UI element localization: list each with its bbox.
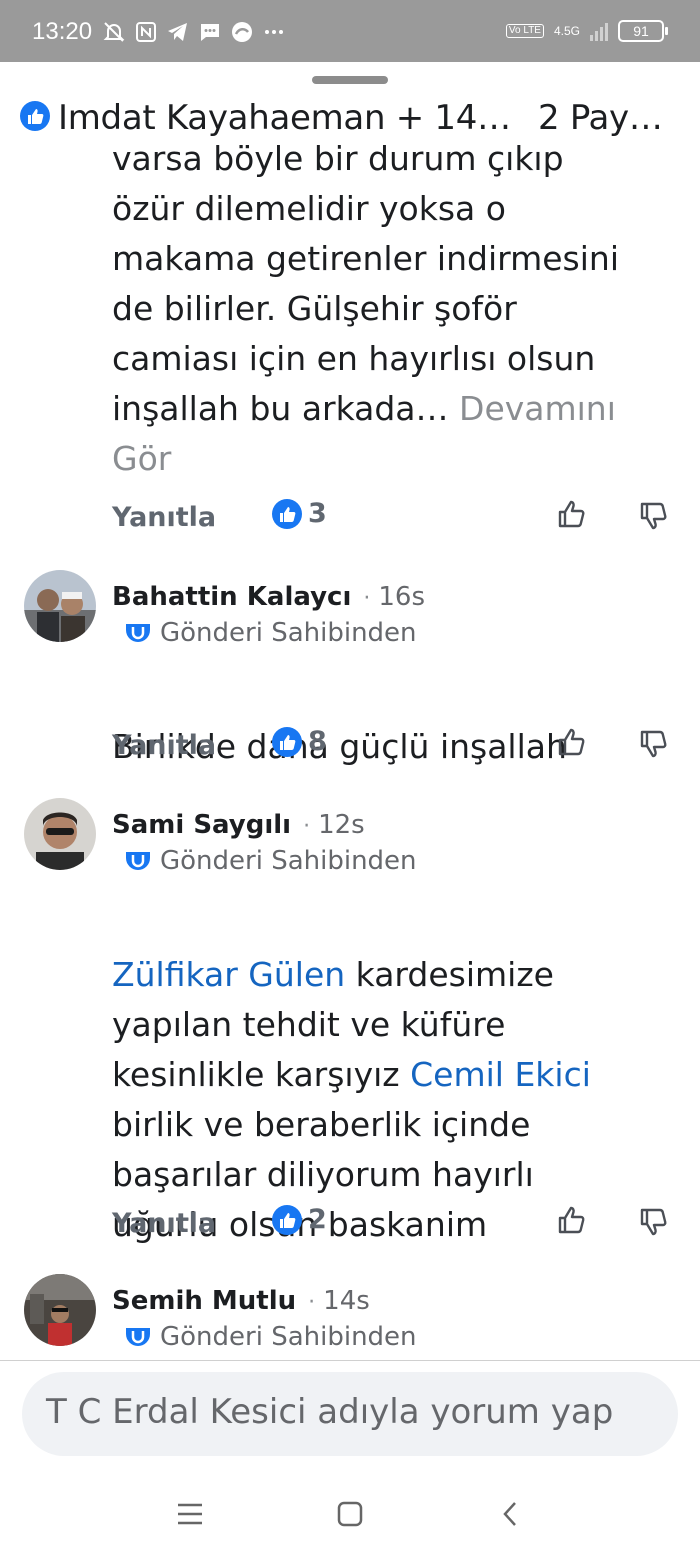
author-badge-icon [126,624,150,642]
author-badge-label: Gönderi Sahibinden [160,618,417,648]
reply-button[interactable]: Yanıtla [112,730,216,761]
mention-link[interactable]: Cemil Ekici [410,1055,591,1094]
reaction-count: 8 [308,726,327,757]
separator-dot: · [303,814,311,839]
upvote-icon[interactable] [556,726,588,762]
avatar[interactable] [24,570,96,642]
system-navigation-bar [0,1482,700,1556]
signal-bars-icon [590,21,608,41]
system-indicators: Vo LTE 4.5G 91 [505,20,668,42]
turkcell-icon [230,20,254,44]
comment-actions: Yanıtla 2 [112,1204,672,1244]
comment-line: makama getirenler indirmesini [112,239,620,278]
home-icon[interactable] [330,1494,370,1534]
reply-button[interactable]: Yanıtla [112,1208,216,1239]
reactors-summary[interactable]: Imdat Kayahaeman + 14… [58,98,511,138]
network-type: 4.5G [553,24,580,38]
composer-divider [0,1360,700,1361]
author-name[interactable]: Sami Saygılı [112,810,291,840]
comment-author-row: Bahattin Kalaycı · 16s [112,582,425,612]
comment-composer[interactable]: T C Erdal Kesici adıyla yorum yap [22,1372,678,1456]
comment-line: özür dilemelidir yoksa o [112,189,506,228]
separator-dot: · [308,1290,316,1315]
upvote-icon[interactable] [556,1204,588,1240]
author-badge-label: Gönderi Sahibinden [160,846,417,876]
notification-icons [102,20,286,44]
like-reaction-icon [272,498,302,529]
mention-link[interactable]: Zülfikar Gülen [112,955,345,994]
comment-time[interactable]: 16s [378,582,425,612]
more-dots-icon [262,20,286,44]
comment-actions: Yanıtla 8 [112,726,672,766]
downvote-icon[interactable] [638,1206,670,1242]
comments-sheet: Imdat Kayahaeman + 14… 2 Pay… varsa böyl… [0,62,700,1556]
author-name[interactable]: Semih Mutlu [112,1286,296,1316]
reaction-summary[interactable]: 3 [272,498,327,529]
reaction-count: 2 [308,1204,327,1235]
avatar[interactable] [24,798,96,870]
comment-actions: Yanıtla 3 [112,498,672,538]
telegram-icon [166,20,190,44]
back-icon[interactable] [490,1494,530,1534]
menu-icon[interactable] [170,1494,210,1534]
comment-text: varsa böyle bir durum çıkıp özür dilemel… [112,134,682,484]
comment-line: inşallah bu arkada… [112,389,449,428]
author-badge: Gönderi Sahibinden [124,1322,417,1352]
avatar[interactable] [24,1274,96,1346]
comment-line: birlik ve beraberlik içinde [112,1105,531,1144]
like-reaction-icon [272,726,302,757]
comments-list[interactable]: varsa böyle bir durum çıkıp özür dilemel… [0,134,700,1360]
comment-line: kardesimize [345,955,554,994]
comment-line: kesinlikle karşıyız [112,1055,411,1094]
author-badge: Gönderi Sahibinden [124,618,417,648]
comment-time[interactable]: 14s [323,1286,370,1316]
mute-bell-icon [102,20,126,44]
like-reaction-icon [272,1204,302,1235]
upvote-icon[interactable] [556,498,588,534]
reaction-count: 3 [308,498,327,529]
downvote-icon[interactable] [638,500,670,536]
author-name[interactable]: Bahattin Kalaycı [112,582,351,612]
volte-badge: Vo LTE [505,24,544,38]
comment-line: de bilirler. Gülşehir şoför [112,289,517,328]
reactions-header[interactable]: Imdat Kayahaeman + 14… 2 Pay… [0,92,700,144]
reaction-summary[interactable]: 2 [272,1204,327,1235]
author-badge-icon [126,1328,150,1346]
comment-line: yapılan tehdit ve küfüre [112,1005,506,1044]
comment-time[interactable]: 12s [318,810,365,840]
nfc-icon [134,20,158,44]
comment-author-row: Semih Mutlu · 14s [112,1286,370,1316]
shares-count[interactable]: 2 Pay… [538,98,663,138]
like-reaction-icon [20,101,50,135]
author-badge-icon [126,852,150,870]
reply-button[interactable]: Yanıtla [112,502,216,533]
status-bar: 13:20 Vo LTE 4.5G 91 [0,0,700,62]
reaction-summary[interactable]: 8 [272,726,327,757]
sheet-drag-handle[interactable] [312,76,388,84]
message-icon [198,20,222,44]
comment-input-placeholder[interactable]: T C Erdal Kesici adıyla yorum yap [46,1392,613,1432]
comment-author-row: Sami Saygılı · 12s [112,810,365,840]
author-badge-label: Gönderi Sahibinden [160,1322,417,1352]
comment-line: camiası için en hayırlısı olsun [112,339,596,378]
downvote-icon[interactable] [638,728,670,764]
comment-line: başarılar diliyorum hayırlı [112,1155,534,1194]
battery-icon: 91 [618,20,668,42]
separator-dot: · [363,586,371,611]
author-badge: Gönderi Sahibinden [124,846,417,876]
status-time: 13:20 [32,18,93,45]
